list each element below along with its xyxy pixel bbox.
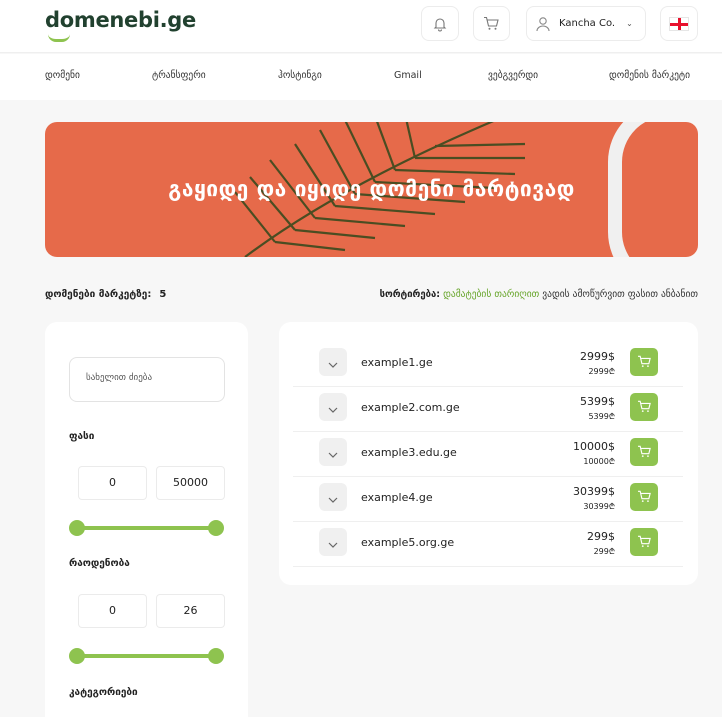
expand-button[interactable] [319,483,347,511]
filter-panel: სახელით ძიება ფასი 0 50000 რაოდენობა 0 2… [45,322,248,717]
domain-name[interactable]: example4.ge [361,491,433,504]
price-min-handle[interactable] [69,520,85,536]
quantity-filter-title: რაოდენობა [69,558,130,569]
domains-count: დომენები მარკეტზე: 5 [45,289,166,300]
domains-count-value: 5 [159,289,167,300]
hero-title: გაყიდე და იყიდე დომენი მარტივად [168,177,575,201]
chevron-down-icon: ⌄ [626,19,633,28]
cart-icon [637,488,652,507]
price-usd: 2999$ [580,350,615,363]
logo-text: domenebi.ge [45,8,196,32]
domains-count-label: დომენები მარკეტზე: [45,289,152,300]
quantity-slider[interactable] [69,648,224,664]
domain-name[interactable]: example1.ge [361,356,433,369]
domain-list: example1.ge 2999$ 2999₾ example2.com.ge … [279,322,698,585]
user-name: Kancha Co. [559,18,616,29]
expand-button[interactable] [319,528,347,556]
sort-option-alphabet[interactable]: ანბანით [661,289,698,300]
domain-row: example4.ge 30399$ 30399₾ [293,477,683,522]
nav-item-gmail[interactable]: Gmail [394,70,422,81]
nav-item-domain[interactable]: დომენი [45,70,80,81]
price-usd: 30399$ [573,485,615,498]
price-max-handle[interactable] [208,520,224,536]
bell-icon [432,16,448,32]
expand-button[interactable] [319,348,347,376]
logo[interactable]: domenebi.ge [45,8,196,42]
cart-icon [483,16,500,31]
chevron-down-icon [328,398,338,417]
domain-name[interactable]: example3.edu.ge [361,446,457,459]
cart-icon [637,443,652,462]
nav-item-hosting[interactable]: ჰოსტინგი [278,70,322,81]
domain-row: example1.ge 2999$ 2999₾ [293,342,683,387]
price-gel: 2999₾ [588,367,615,376]
price-usd: 299$ [587,530,615,543]
price-max-input[interactable]: 50000 [156,466,225,500]
quantity-min-handle[interactable] [69,648,85,664]
price-slider[interactable] [69,520,224,536]
nav-item-website[interactable]: ვებგვერდი [488,70,538,81]
sort-option-expiry[interactable]: ვადის ამოწურვით [542,289,624,300]
georgia-flag-icon [669,16,689,31]
user-menu-button[interactable]: Kancha Co. ⌄ [526,6,646,41]
add-to-cart-button[interactable] [630,393,658,421]
price-gel: 10000₾ [583,457,615,466]
language-button[interactable] [660,6,698,41]
sort-bar: სორტირება: დამატების თარიღით ვადის ამოწუ… [380,289,698,300]
price-usd: 5399$ [580,395,615,408]
nav-item-domain-market[interactable]: დომენის მარკეტი [609,70,690,81]
domain-name[interactable]: example5.org.ge [361,536,454,549]
add-to-cart-button[interactable] [630,348,658,376]
notifications-button[interactable] [421,6,459,41]
quantity-max-handle[interactable] [208,648,224,664]
chevron-down-icon [328,353,338,372]
chevron-down-icon [328,443,338,462]
sort-option-price[interactable]: ფასით [628,289,658,300]
user-icon [535,16,551,32]
domain-row: example3.edu.ge 10000$ 10000₾ [293,432,683,477]
hero-banner: გაყიდე და იყიდე დომენი მარტივად [45,122,698,257]
price-gel: 30399₾ [583,502,615,511]
add-to-cart-button[interactable] [630,528,658,556]
price-filter-title: ფასი [69,431,95,442]
price-gel: 5399₾ [588,412,615,421]
quantity-max-input[interactable]: 26 [156,594,225,628]
add-to-cart-button[interactable] [630,438,658,466]
price-min-input[interactable]: 0 [78,466,147,500]
price-usd: 10000$ [573,440,615,453]
quantity-min-input[interactable]: 0 [78,594,147,628]
sort-option-date[interactable]: დამატების თარიღით [443,289,539,300]
expand-button[interactable] [319,393,347,421]
cart-icon [637,398,652,417]
chevron-down-icon [328,488,338,507]
domain-row: example2.com.ge 5399$ 5399₾ [293,387,683,432]
site-header: domenebi.ge Kancha Co. ⌄ [0,0,722,53]
domain-name[interactable]: example2.com.ge [361,401,460,414]
logo-smile-icon [48,34,70,42]
expand-button[interactable] [319,438,347,466]
cart-icon [637,353,652,372]
nav-item-transfer[interactable]: ტრანსფერი [152,70,206,81]
sort-label: სორტირება: [379,289,441,300]
categories-filter-title: კატეგორიები [69,687,138,698]
cart-button[interactable] [473,6,510,41]
add-to-cart-button[interactable] [630,483,658,511]
price-gel: 299₾ [593,547,615,556]
main-nav: დომენი ტრანსფერი ჰოსტინგი Gmail ვებგვერდ… [0,54,722,100]
cart-icon [637,533,652,552]
chevron-down-icon [328,533,338,552]
search-input[interactable]: სახელით ძიება [69,357,225,402]
domain-row: example5.org.ge 299$ 299₾ [293,522,683,567]
